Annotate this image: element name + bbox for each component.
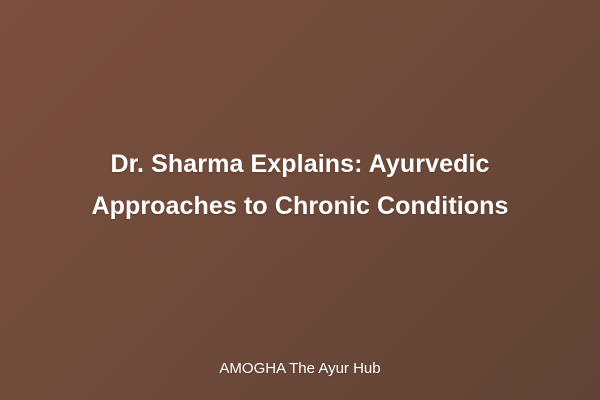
card-title-line-2: Approaches to Chronic Conditions [91, 192, 509, 220]
card-title: Dr. Sharma Explains: Ayurvedic Approache… [40, 143, 560, 227]
card-title-line-1: Dr. Sharma Explains: Ayurvedic [110, 150, 490, 178]
title-card: Dr. Sharma Explains: Ayurvedic Approache… [0, 0, 600, 400]
brand-footer: AMOGHA The Ayur Hub [219, 360, 381, 377]
